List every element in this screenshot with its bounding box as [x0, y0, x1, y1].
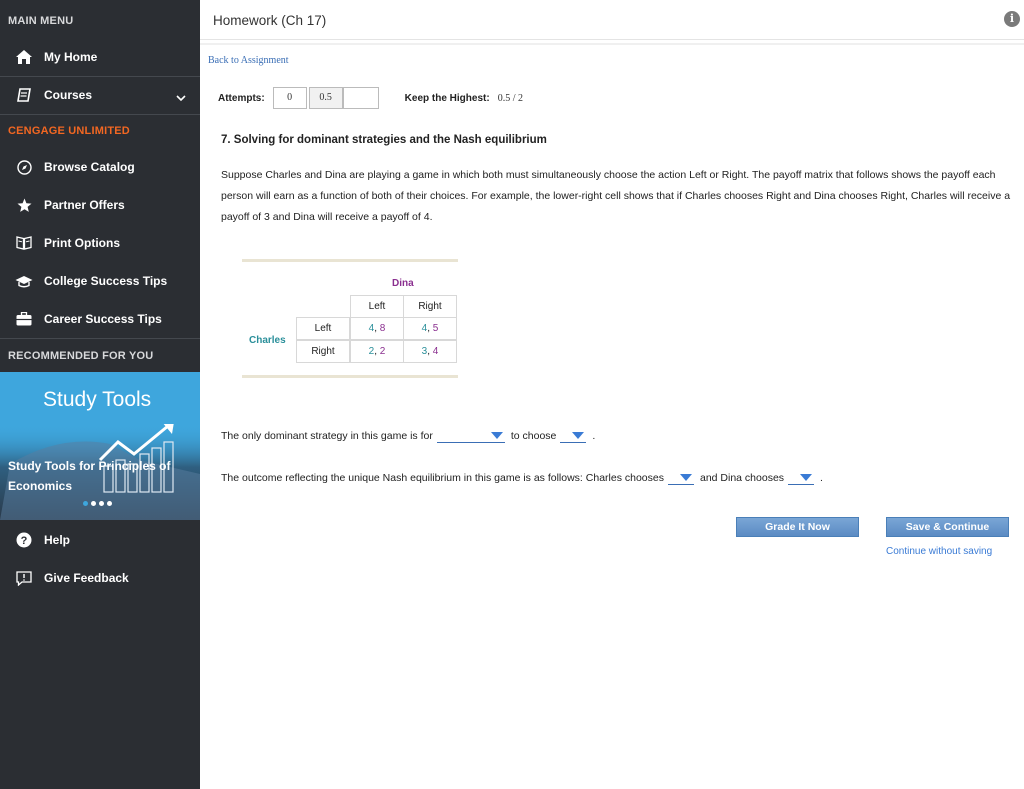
sentence-text: The only dominant strategy in this game …: [221, 430, 433, 442]
study-tools-heading: Study Tools: [43, 388, 152, 411]
carousel-dots[interactable]: [83, 501, 112, 506]
page-title: Homework (Ch 17): [213, 13, 327, 28]
attempt-score[interactable]: 0: [272, 87, 307, 109]
dina-payoff: 5: [432, 323, 439, 334]
question-body: Suppose Charles and Dina are playing a g…: [221, 169, 1011, 223]
attempts-row: Attempts: 0 0.5 Keep the Highest: 0.5 / …: [218, 86, 523, 110]
divider: [200, 43, 1024, 45]
chevron-down-icon[interactable]: [176, 89, 186, 107]
carousel-dot[interactable]: [91, 501, 96, 506]
keep-highest-label: Keep the Highest:: [404, 92, 490, 104]
row-header-left: Left: [296, 317, 350, 340]
row-player-label: Charles: [249, 335, 286, 346]
grade-it-now-button[interactable]: Grade It Now: [736, 517, 859, 537]
column-header-right: Right: [403, 295, 457, 318]
continue-without-saving-link[interactable]: Continue without saving: [886, 546, 992, 557]
recommended-heading: RECOMMENDED FOR YOU: [8, 350, 154, 362]
keep-highest-value: 0.5 / 2: [497, 92, 523, 104]
sidebar-item-label: Help: [44, 533, 71, 547]
sidebar-item-give-feedback[interactable]: Give Feedback: [0, 559, 200, 597]
sentence-text: The outcome reflecting the unique Nash e…: [221, 472, 664, 484]
nash-equilibrium-question: The outcome reflecting the unique Nash e…: [221, 471, 823, 485]
carousel-dot[interactable]: [99, 501, 104, 506]
strategy-dropdown[interactable]: [560, 429, 587, 443]
divider: [0, 338, 200, 339]
dropdown-arrow-icon: [800, 474, 813, 481]
sidebar-item-help[interactable]: ? Help: [0, 521, 200, 559]
column-header-left: Left: [350, 295, 404, 318]
header-bar: Homework (Ch 17) i: [200, 0, 1024, 40]
sentence-text: and Dina chooses: [699, 472, 785, 484]
sidebar-item-browse-catalog[interactable]: Browse Catalog: [0, 148, 200, 186]
sidebar-item-label: Courses: [44, 88, 93, 102]
back-to-assignment-link[interactable]: Back to Assignment: [208, 55, 289, 66]
study-tools-card[interactable]: Study Tools Study Tools for Principles o…: [0, 372, 200, 520]
payoff-cell-right-left: 2, 2: [350, 340, 404, 363]
payoff-cell-left-right: 4, 5: [403, 317, 457, 340]
save-and-continue-button[interactable]: Save & Continue: [886, 517, 1009, 537]
sidebar-item-career-success-tips[interactable]: Career Success Tips: [0, 300, 200, 338]
compass-icon: [15, 158, 33, 176]
dina-payoff: 8: [379, 323, 386, 334]
sidebar-item-my-home[interactable]: My Home: [0, 38, 200, 76]
print-book-icon: [15, 234, 33, 252]
help-icon: ?: [15, 531, 33, 549]
question-title: 7. Solving for dominant strategies and t…: [221, 134, 547, 146]
carousel-dot[interactable]: [107, 501, 112, 506]
sidebar: MAIN MENU My Home Courses CENGAGE UNLIMI…: [0, 0, 200, 789]
divider: [0, 114, 200, 115]
matrix-bottom-rule: [242, 375, 458, 378]
sentence-end: .: [592, 430, 596, 442]
carousel-dot[interactable]: [83, 501, 88, 506]
home-icon: [15, 48, 33, 66]
attempt-score[interactable]: [342, 87, 379, 109]
row-header-right: Right: [296, 340, 350, 363]
sidebar-item-label: Career Success Tips: [44, 312, 162, 326]
dropdown-arrow-icon: [572, 432, 585, 439]
dina-choice-dropdown[interactable]: [788, 471, 815, 485]
charles-choice-dropdown[interactable]: [667, 471, 694, 485]
sidebar-item-label: Print Options: [44, 236, 120, 250]
sidebar-item-courses[interactable]: Courses: [0, 76, 200, 114]
matrix-top-rule: [242, 259, 458, 262]
sidebar-item-partner-offers[interactable]: Partner Offers: [0, 186, 200, 224]
dina-payoff: 4: [432, 346, 439, 357]
svg-text:?: ?: [21, 535, 28, 547]
attempt-score[interactable]: 0.5: [308, 87, 343, 109]
dropdown-arrow-icon: [490, 432, 503, 439]
column-player-label: Dina: [392, 278, 414, 289]
info-icon[interactable]: i: [1004, 11, 1020, 27]
dropdown-arrow-icon: [679, 474, 692, 481]
sidebar-item-college-success-tips[interactable]: College Success Tips: [0, 262, 200, 300]
study-tools-caption: Study Tools for Principles of Economics: [8, 459, 171, 493]
sidebar-item-label: Give Feedback: [44, 571, 129, 585]
sidebar-item-label: Partner Offers: [44, 198, 125, 212]
briefcase-icon: [15, 310, 33, 328]
sidebar-item-print-options[interactable]: Print Options: [0, 224, 200, 262]
book-icon: [15, 86, 33, 104]
sentence-end: .: [820, 472, 823, 484]
payoff-matrix: Dina Charles Left Right Left 4, 8 4, 5 R…: [242, 259, 458, 379]
dominant-strategy-question: The only dominant strategy in this game …: [221, 429, 595, 443]
main-menu-heading: MAIN MENU: [8, 15, 74, 27]
feedback-icon: [15, 569, 33, 587]
payoff-cell-right-right: 3, 4: [403, 340, 457, 363]
sidebar-item-label: College Success Tips: [44, 274, 168, 288]
payoff-cell-left-left: 4, 8: [350, 317, 404, 340]
sentence-text: to choose: [510, 430, 557, 442]
dina-payoff: 2: [379, 346, 386, 357]
sidebar-item-label: Browse Catalog: [44, 160, 135, 174]
sidebar-item-label: My Home: [44, 50, 98, 64]
star-icon: [15, 196, 33, 214]
graduation-cap-icon: [15, 272, 33, 290]
attempts-label: Attempts:: [218, 92, 265, 104]
cengage-unlimited-heading: CENGAGE UNLIMITED: [8, 125, 130, 137]
player-dropdown[interactable]: [436, 429, 505, 443]
